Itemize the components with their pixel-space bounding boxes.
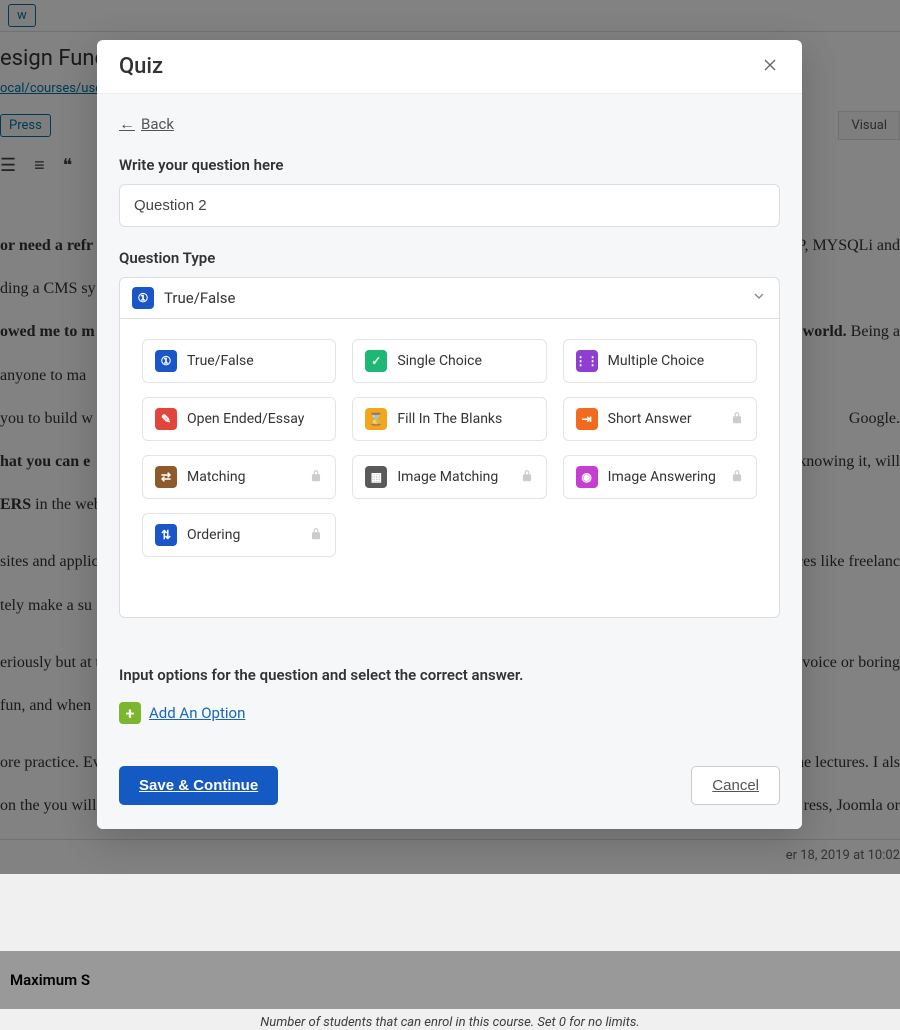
selected-type-label: True/False [164,289,235,307]
back-arrow-icon: ← [119,114,135,134]
type-card-fill-in-the-blanks[interactable]: ⌛ Fill In The Blanks [352,397,546,441]
type-card-image-matching[interactable]: ▦ Image Matching [352,455,546,499]
help-text: Number of students that can enrol in thi… [0,1015,900,1030]
image-matching-icon: ▦ [365,466,387,488]
lock-icon [520,468,534,487]
matching-icon: ⇄ [155,466,177,488]
plus-icon: + [119,702,141,724]
modal-title: Quiz [119,54,163,79]
fill-in-the-blanks-icon: ⌛ [365,408,387,430]
question-label: Write your question here [119,156,780,174]
type-card-label: Multiple Choice [608,353,744,369]
back-label: Back [141,115,174,133]
type-card-true-false[interactable]: ① True/False [142,339,336,383]
type-card-label: Open Ended/Essay [187,411,323,427]
options-instructions: Input options for the question and selec… [119,638,780,684]
add-option-button[interactable]: + Add An Option [119,702,245,724]
modal-body: ← Back Write your question here Question… [97,94,802,638]
back-link[interactable]: ← Back [119,114,174,134]
type-card-multiple-choice[interactable]: ⋮⋮ Multiple Choice [563,339,757,383]
question-type-select[interactable]: ① True/False [119,277,780,319]
lock-icon [309,526,323,545]
modal-header: Quiz [97,40,802,94]
type-card-ordering[interactable]: ⇅ Ordering [142,513,336,557]
close-icon[interactable] [760,55,780,79]
maximum-students-label: Maximum S [0,951,900,1009]
type-card-image-answering[interactable]: ◉ Image Answering [563,455,757,499]
cancel-button[interactable]: Cancel [691,766,780,805]
type-card-label: Short Answer [608,411,720,427]
image-answering-icon: ◉ [576,466,598,488]
open-ended-essay-icon: ✎ [155,408,177,430]
options-section: Input options for the question and selec… [97,638,802,746]
question-input[interactable] [119,184,780,227]
add-option-label: Add An Option [149,704,245,722]
type-card-short-answer[interactable]: ⇥ Short Answer [563,397,757,441]
type-card-label: Ordering [187,527,299,543]
type-card-label: True/False [187,353,323,369]
type-card-label: Image Answering [608,469,720,485]
short-answer-icon: ⇥ [576,408,598,430]
save-continue-button[interactable]: Save & Continue [119,766,278,805]
true-false-icon: ① [155,350,177,372]
type-card-label: Single Choice [397,353,533,369]
type-card-open-ended-essay[interactable]: ✎ Open Ended/Essay [142,397,336,441]
modal-footer: Save & Continue Cancel [97,746,802,829]
type-card-matching[interactable]: ⇄ Matching [142,455,336,499]
lock-icon [309,468,323,487]
type-card-single-choice[interactable]: ✓ Single Choice [352,339,546,383]
single-choice-icon: ✓ [365,350,387,372]
chevron-down-icon [751,288,767,308]
type-card-label: Fill In The Blanks [397,411,533,427]
type-card-label: Matching [187,469,299,485]
type-card-label: Image Matching [397,469,509,485]
quiz-modal: Quiz ← Back Write your question here Que… [97,40,802,829]
question-type-dropdown: ① True/False ✓ Single Choice ⋮⋮ Multiple Choi… [119,319,780,618]
lock-icon [730,468,744,487]
lock-icon [730,410,744,429]
truefalse-icon: ① [132,287,154,309]
question-type-label: Question Type [119,249,780,267]
ordering-icon: ⇅ [155,524,177,546]
multiple-choice-icon: ⋮⋮ [576,350,598,372]
